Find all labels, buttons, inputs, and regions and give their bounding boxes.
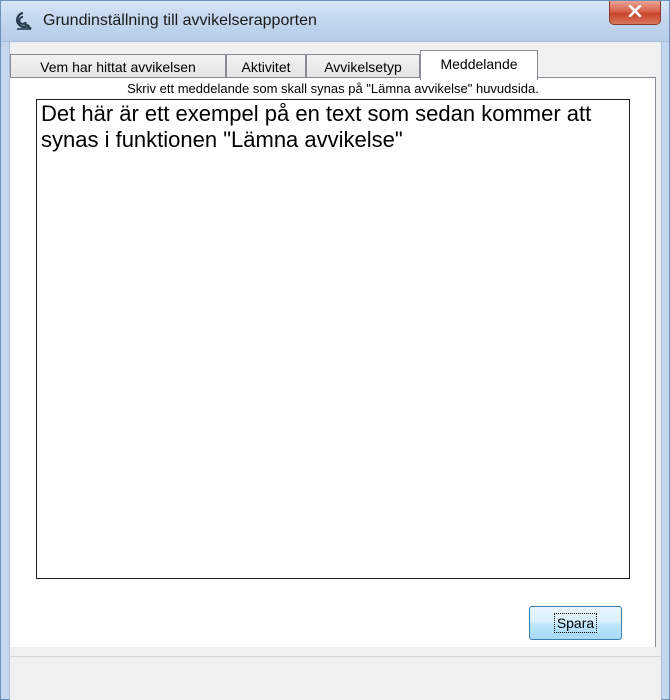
tab-label: Vem har hittat avvikelsen [40, 58, 196, 75]
dialog-client-area: Vem har hittat avvikelsen Aktivitet Avvi… [10, 42, 661, 700]
tab-label: Aktivitet [241, 58, 291, 75]
tab-vem-har-hittat[interactable]: Vem har hittat avvikelsen [10, 54, 226, 78]
save-button[interactable]: Spara [529, 606, 622, 640]
dialog-window: Grundinställning till avvikelserapporten… [0, 0, 670, 700]
tab-aktivitet[interactable]: Aktivitet [226, 54, 306, 78]
tab-avvikelsetyp[interactable]: Avvikelsetyp [306, 54, 420, 78]
title-bar[interactable]: Grundinställning till avvikelserapporten [1, 1, 669, 42]
close-button[interactable] [609, 1, 661, 25]
tab-label: Avvikelsetyp [324, 58, 402, 75]
tab-meddelande[interactable]: Meddelande [420, 50, 538, 80]
close-icon [628, 4, 642, 22]
message-hint: Skriv ett meddelande som skall synas på … [127, 81, 539, 96]
window-title: Grundinställning till avvikelserapporten [43, 12, 317, 29]
save-button-label: Spara [553, 613, 598, 633]
message-textarea[interactable]: Det här är ett exempel på en text som se… [36, 99, 630, 579]
app-icon [13, 11, 33, 31]
tab-label: Meddelande [440, 56, 518, 72]
window-frame-right [661, 42, 669, 699]
window-frame-left [1, 42, 10, 699]
tab-panel-meddelande: Skriv ett meddelande som skall synas på … [10, 77, 656, 647]
status-bar [10, 656, 661, 700]
